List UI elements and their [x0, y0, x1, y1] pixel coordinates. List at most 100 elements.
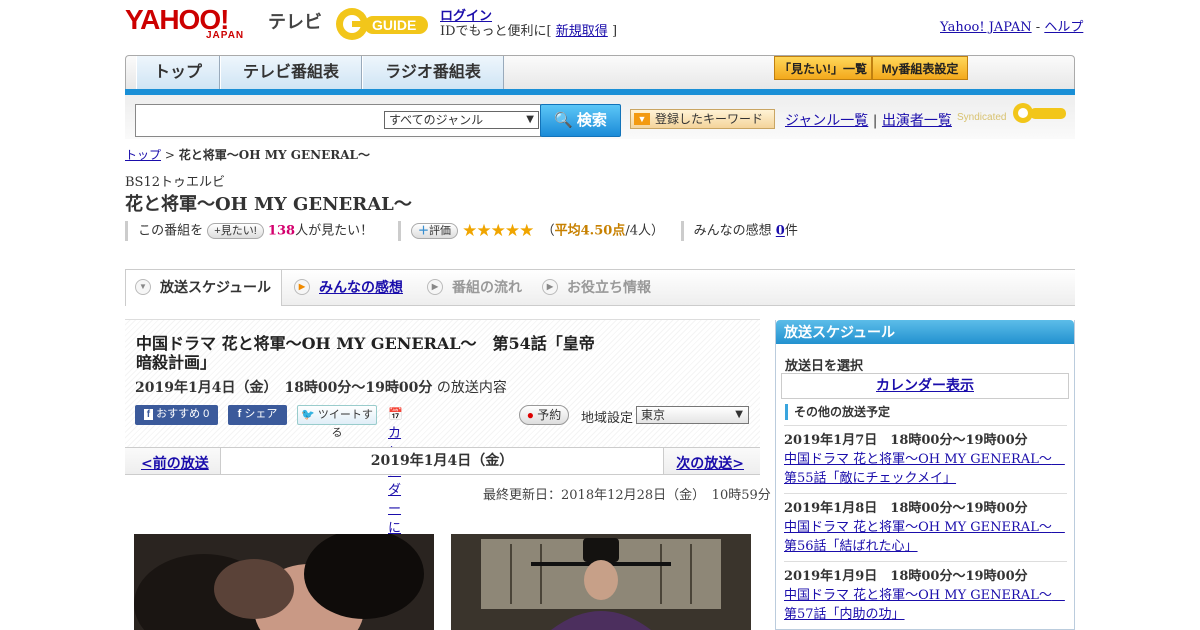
avg-prefix: （ — [541, 223, 555, 239]
previous-broadcast-link[interactable]: <前の放送 — [141, 453, 209, 473]
chevron-down-icon: ▼ — [135, 279, 151, 295]
gguide-logo: GUIDE — [336, 8, 428, 40]
tab-label: お役立ち情報 — [567, 279, 651, 295]
my-schedule-settings-button[interactable]: My番組表設定 — [872, 56, 968, 80]
svg-text:GUIDE: GUIDE — [372, 17, 416, 33]
yahoo-japan-link[interactable]: Yahoo! JAPAN — [940, 20, 1032, 35]
want-to-watch-button[interactable]: +見たい! — [207, 223, 264, 239]
tab-tv-schedule[interactable]: テレビ番組表 — [220, 56, 362, 90]
schedule-title-link[interactable]: 中国ドラマ 花と将軍～OH MY GENERAL～ 第57話「内助の功」 — [784, 588, 1065, 622]
tv-logo-text: テレビ — [268, 12, 322, 32]
genre-list-link[interactable]: ジャンル一覧 — [785, 113, 868, 129]
tab-broadcast-schedule[interactable]: ▼ 放送スケジュール — [125, 270, 282, 306]
sub-tabs: ▼ 放送スケジュール ▶ みんなの感想 ▶ 番組の流れ ▶ お役立ち情報 — [125, 269, 1075, 306]
star-rating-icon: ★★★★★ — [462, 221, 534, 241]
tab-everyone-reviews[interactable]: ▶ みんなの感想 — [285, 270, 415, 305]
region-select[interactable]: 東京 ▼ — [636, 406, 749, 424]
episode-photo-1 — [134, 534, 434, 630]
breadcrumb-separator: > — [164, 148, 175, 162]
facebook-recommend-button[interactable]: f おすすめ 0 — [135, 405, 218, 425]
reserve-button[interactable]: ● 予約 — [519, 405, 569, 425]
record-icon: ● — [526, 408, 534, 422]
play-icon: ▶ — [427, 279, 443, 295]
stat-divider — [680, 221, 684, 241]
rating-button[interactable]: ＋評価 — [411, 223, 459, 239]
dropdown-arrow-icon: ▼ — [735, 409, 743, 420]
region-label: 地域設定 — [581, 411, 634, 426]
plus-icon: ＋ — [418, 225, 430, 237]
keyword-button-label: 登録したキーワード — [655, 112, 764, 126]
play-icon: ▶ — [542, 279, 558, 295]
link-separator: | — [872, 113, 878, 129]
genre-cast-links: ジャンル一覧 | 出演者一覧 — [785, 110, 952, 130]
tab-program-flow[interactable]: ▶ 番組の流れ — [418, 270, 533, 305]
sidebar-title: 放送スケジュール — [776, 320, 1074, 344]
channel-name: BS12トゥエルビ — [125, 175, 226, 190]
reviews-count-link[interactable]: 0 — [776, 224, 785, 239]
breadcrumb-current: 花と将軍～OH MY GENERAL～ — [178, 148, 370, 162]
link-dash: - — [1035, 20, 1041, 35]
broadcast-pager: <前の放送 2019年1月4日（金） 次の放送> — [125, 447, 760, 475]
next-broadcast-link[interactable]: 次の放送> — [676, 453, 744, 473]
episode-date-suffix: の放送内容 — [436, 380, 507, 396]
select-date-label: 放送日を選択 — [785, 359, 864, 374]
average-score: 平均4.50点 — [554, 223, 626, 239]
share-label: シェア — [244, 408, 278, 420]
episode-photo-2 — [451, 534, 751, 630]
list-item: 2019年1月9日 18時00分～19時00分 中国ドラマ 花と将軍～OH MY… — [784, 561, 1067, 624]
breadcrumb: トップ > 花と将軍～OH MY GENERAL～ — [125, 146, 370, 163]
tab-label: 番組の流れ — [452, 279, 522, 295]
stat-divider — [125, 221, 128, 241]
tweet-button[interactable]: 🐦 ツイートする — [297, 405, 377, 439]
login-desc-suffix: ] — [611, 24, 618, 39]
schedule-date: 2019年1月9日 18時00分～19時00分 — [784, 569, 1028, 584]
calendar-icon: 📅 — [388, 407, 403, 421]
breadcrumb-top-link[interactable]: トップ — [125, 148, 161, 162]
tab-top[interactable]: トップ — [136, 56, 220, 90]
tab-radio-schedule[interactable]: ラジオ番組表 — [362, 56, 504, 90]
schedule-title-link[interactable]: 中国ドラマ 花と将軍～OH MY GENERAL～ 第55話「敵にチェックメイ」 — [784, 452, 1065, 486]
cast-list-link[interactable]: 出演者一覧 — [882, 113, 952, 129]
magnifier-icon: 🔍 — [554, 112, 573, 129]
other-schedules-heading: その他の放送予定 — [785, 404, 890, 420]
schedule-title-link[interactable]: 中国ドラマ 花と将軍～OH MY GENERAL～ 第56話「結ばれた心」 — [784, 520, 1065, 554]
want-suffix: 人が見たい！ — [295, 223, 374, 239]
episode-date: 2019年1月4日（金） 18時00分～19時00分 の放送内容 — [135, 377, 507, 397]
reserve-label: 予約 — [537, 408, 562, 422]
top-right-links: Yahoo! JAPAN - ヘルプ — [940, 16, 1083, 35]
login-desc-prefix: IDでもっと便利に[ — [440, 24, 552, 39]
facebook-icon: f — [237, 408, 242, 420]
genre-select-value: すべてのジャンル — [389, 113, 484, 127]
login-description: IDでもっと便利に[ 新規取得 ] — [440, 20, 617, 39]
signup-link[interactable]: 新規取得 — [556, 24, 608, 39]
recommend-label: おすすめ 0 — [156, 408, 210, 420]
tab-label: みんなの感想 — [319, 279, 403, 295]
facebook-icon: f — [143, 409, 154, 420]
syndicated-label: Syndicated — [957, 112, 1007, 123]
dropdown-arrow-icon: ▼ — [526, 114, 534, 125]
main-nav: トップ テレビ番組表 ラジオ番組表 「見たい!」一覧 My番組表設定 — [125, 55, 1075, 91]
episode-datetime: 2019年1月4日（金） 18時00分～19時00分 — [135, 380, 433, 396]
facebook-share-button[interactable]: f シェア — [228, 405, 287, 425]
search-button[interactable]: 🔍 検索 — [540, 104, 621, 137]
registered-keyword-button[interactable]: ▼ 登録したキーワード — [630, 109, 775, 129]
gguide-small-logo — [1013, 103, 1066, 123]
list-item: 2019年1月7日 18時00分～19時00分 中国ドラマ 花と将軍～OH MY… — [784, 425, 1067, 488]
want-count: 138 — [267, 223, 296, 239]
tab-useful-info[interactable]: ▶ お役立ち情報 — [533, 270, 668, 305]
last-updated: 最終更新日：2018年12月28日（金） 10時59分 — [483, 488, 771, 503]
reviews-label: みんなの感想 — [693, 223, 772, 239]
genre-select[interactable]: すべてのジャンル ▼ — [384, 111, 539, 129]
tab-label: 放送スケジュール — [160, 279, 272, 295]
stat-divider — [397, 221, 401, 241]
region-value: 東京 — [641, 408, 666, 422]
help-link[interactable]: ヘルプ — [1044, 20, 1083, 35]
page-title: 花と将軍～OH MY GENERAL～ — [125, 194, 412, 215]
calendar-display-link[interactable]: カレンダー表示 — [781, 373, 1069, 399]
rating-button-label: 評価 — [429, 225, 452, 237]
want-list-button[interactable]: 「見たい!」一覧 — [774, 56, 872, 80]
play-icon: ▶ — [294, 279, 310, 295]
schedule-date: 2019年1月8日 18時00分～19時00分 — [784, 501, 1028, 516]
twitter-bird-icon: 🐦 — [301, 409, 315, 421]
reviews-unit: 件 — [784, 223, 798, 239]
